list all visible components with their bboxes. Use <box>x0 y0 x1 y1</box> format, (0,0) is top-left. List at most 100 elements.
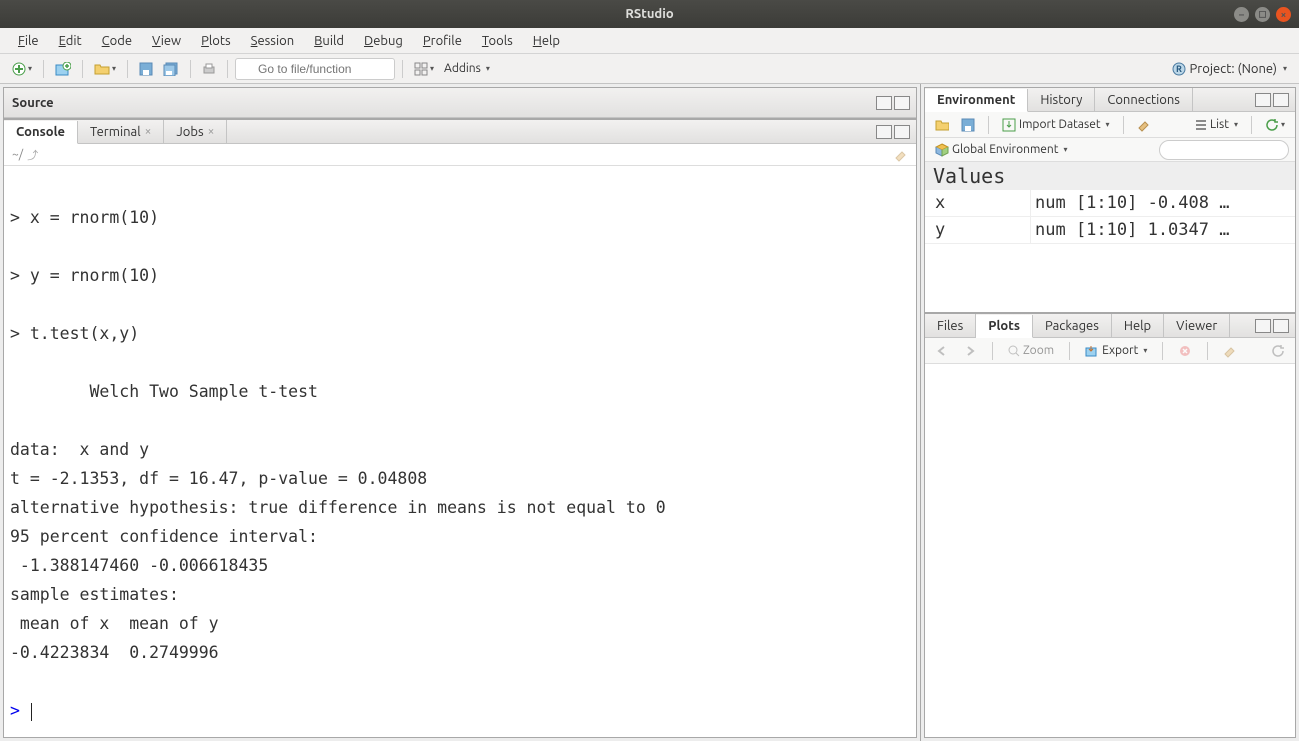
grid-button[interactable]: ▾ <box>410 58 438 80</box>
export-icon <box>1085 345 1099 357</box>
clear-plots[interactable] <box>1219 340 1241 362</box>
tab-console[interactable]: Console <box>4 121 78 144</box>
addins-button[interactable]: Addins▾ <box>440 58 494 80</box>
open-file-button[interactable]: ▾ <box>90 58 120 80</box>
console-panel: Console Terminal× Jobs× ~/ ⤴ > x = rnorm… <box>3 119 917 738</box>
export-button[interactable]: Export▾ <box>1081 340 1151 362</box>
titlebar: RStudio – ◻ × <box>0 0 1299 28</box>
folder-open-icon <box>94 62 110 76</box>
clear-workspace[interactable] <box>1133 114 1155 136</box>
disk-icon <box>139 62 153 76</box>
disks-icon <box>163 62 179 76</box>
source-panel: Source <box>3 87 917 119</box>
broom-icon <box>1223 344 1237 358</box>
import-icon <box>1002 118 1016 132</box>
disk-icon <box>961 118 975 132</box>
save-button[interactable] <box>135 58 157 80</box>
import-dataset[interactable]: Import Dataset▾ <box>998 114 1114 136</box>
source-maximize[interactable] <box>894 96 910 110</box>
menu-tools[interactable]: Tools <box>474 32 521 50</box>
new-file-button[interactable]: ▾ <box>8 58 36 80</box>
menu-plots[interactable]: Plots <box>193 32 239 50</box>
remove-icon <box>1179 345 1191 357</box>
tab-viewer[interactable]: Viewer <box>1164 314 1230 337</box>
plot-next[interactable] <box>959 340 981 362</box>
menu-edit[interactable]: Edit <box>51 32 90 50</box>
refresh-icon <box>1265 118 1279 132</box>
load-workspace[interactable] <box>931 114 953 136</box>
refresh-plots[interactable] <box>1267 340 1289 362</box>
tab-terminal[interactable]: Terminal× <box>78 120 164 143</box>
menu-code[interactable]: Code <box>94 32 140 50</box>
console-body[interactable]: > x = rnorm(10) > y = rnorm(10) > t.test… <box>4 166 916 737</box>
menu-session[interactable]: Session <box>243 32 302 50</box>
tab-help[interactable]: Help <box>1112 314 1164 337</box>
minimize-button[interactable]: – <box>1234 7 1249 22</box>
tab-environment[interactable]: Environment <box>925 89 1028 112</box>
svg-text:R: R <box>1176 64 1182 74</box>
menubar: File Edit Code View Plots Session Build … <box>0 28 1299 54</box>
console-path-bar: ~/ ⤴ <box>4 144 916 166</box>
tab-jobs[interactable]: Jobs× <box>164 120 227 143</box>
remove-plot[interactable] <box>1174 340 1196 362</box>
project-menu[interactable]: R Project: (None)▾ <box>1168 58 1291 80</box>
printer-icon <box>202 62 216 76</box>
project-plus-icon <box>55 62 71 76</box>
goto-file-function[interactable]: ➜ <box>235 58 395 80</box>
plots-panel: Files Plots Packages Help Viewer Zoom <box>924 313 1296 738</box>
env-maximize[interactable] <box>1273 93 1289 107</box>
tab-files[interactable]: Files <box>925 314 976 337</box>
close-icon[interactable]: × <box>145 125 152 138</box>
zoom-icon <box>1008 345 1020 357</box>
plots-minimize[interactable] <box>1255 319 1271 333</box>
env-row[interactable]: x num [1:10] -0.408 … <box>925 190 1295 217</box>
cube-icon <box>935 143 949 157</box>
env-section-values: Values <box>925 162 1295 190</box>
goto-input[interactable] <box>235 58 395 80</box>
tab-history[interactable]: History <box>1028 88 1095 111</box>
menu-profile[interactable]: Profile <box>415 32 470 50</box>
grid-icon <box>414 62 428 76</box>
menu-build[interactable]: Build <box>306 32 352 50</box>
tab-plots[interactable]: Plots <box>976 315 1033 338</box>
print-button[interactable] <box>198 58 220 80</box>
save-all-button[interactable] <box>159 58 183 80</box>
menu-view[interactable]: View <box>144 32 189 50</box>
close-button[interactable]: × <box>1276 7 1291 22</box>
source-minimize[interactable] <box>876 96 892 110</box>
clear-console-icon[interactable] <box>894 148 908 162</box>
refresh-env[interactable]: ▾ <box>1261 114 1289 136</box>
plots-body <box>925 364 1295 737</box>
menu-file[interactable]: File <box>10 32 47 50</box>
console-minimize[interactable] <box>876 125 892 139</box>
console-maximize[interactable] <box>894 125 910 139</box>
console-prompt: > <box>10 701 20 720</box>
tab-packages[interactable]: Packages <box>1033 314 1112 337</box>
list-view[interactable]: List▾ <box>1191 114 1242 136</box>
refresh-icon <box>1271 344 1285 358</box>
window-title: RStudio <box>625 7 673 21</box>
close-icon[interactable]: × <box>208 125 215 138</box>
new-project-button[interactable] <box>51 58 75 80</box>
env-scope[interactable]: Global Environment▾ <box>931 139 1072 161</box>
env-var-value: num [1:10] 1.0347 … <box>1031 217 1295 243</box>
zoom-button[interactable]: Zoom <box>1004 340 1058 362</box>
list-icon <box>1195 119 1207 131</box>
main-toolbar: ▾ ▾ ➜ ▾ Addins▾ R Project: (None)▾ <box>0 54 1299 84</box>
env-row[interactable]: y num [1:10] 1.0347 … <box>925 217 1295 244</box>
plus-circle-icon <box>12 62 26 76</box>
tab-connections[interactable]: Connections <box>1095 88 1193 111</box>
env-minimize[interactable] <box>1255 93 1271 107</box>
plots-maximize[interactable] <box>1273 319 1289 333</box>
env-var-value: num [1:10] -0.408 … <box>1031 190 1295 216</box>
plot-prev[interactable] <box>931 340 953 362</box>
r-project-icon: R <box>1172 62 1186 76</box>
env-search[interactable] <box>1159 140 1289 160</box>
save-workspace[interactable] <box>957 114 979 136</box>
env-var-name: y <box>925 217 1031 243</box>
maximize-button[interactable]: ◻ <box>1255 7 1270 22</box>
menu-help[interactable]: Help <box>525 32 568 50</box>
path-arrow-icon: ⤴ <box>27 147 38 163</box>
console-output: > x = rnorm(10) > y = rnorm(10) > t.test… <box>10 208 666 662</box>
menu-debug[interactable]: Debug <box>356 32 411 50</box>
